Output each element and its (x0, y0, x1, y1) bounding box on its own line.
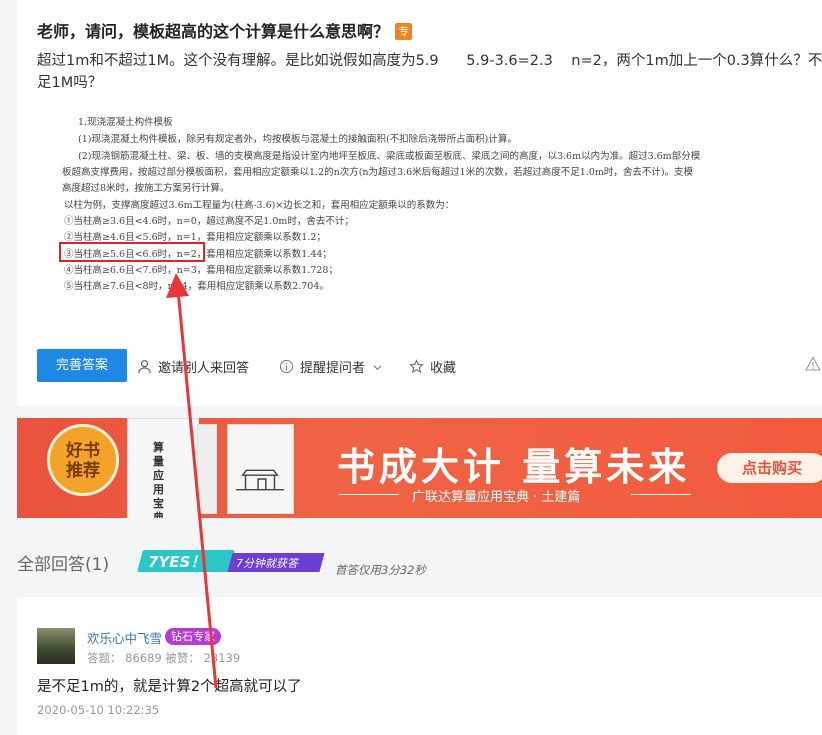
question-description: 超过1m和不超过1M。这个没有理解。是比如说假如高度为5.9 5.9-3.6=2… (37, 53, 822, 91)
doc-line: 高度超过8米时，按施工方案另行计算。 (62, 183, 230, 194)
divider (631, 494, 691, 495)
collect-label: 收藏 (430, 361, 457, 376)
book-title: 算量应用宝典 (153, 441, 164, 518)
banner-headline: 书成大计 量算未来 (337, 444, 691, 489)
highlight-box (59, 242, 205, 262)
zhuan-badge: 专 (395, 23, 413, 40)
answerer-name[interactable]: 欢乐心中飞雪 (87, 628, 162, 647)
invite-label: 邀请别人来回答 (158, 361, 250, 376)
doc-line: 1.现浇混凝土构件模板 (78, 117, 173, 128)
doc-line: 以柱为例，支撑高度超过3.6m工程量为(柱高-3.6)×边长之和，套用相应定额乘… (64, 200, 455, 211)
yes-logo-text: 7YES！ (148, 553, 206, 571)
all-answers-heading: 全部回答(1) (17, 555, 110, 575)
user-icon (138, 360, 151, 374)
doc-line: ④当柱高≥6.6且<7.6时，n=3，套用相应定额乘以系数1.728； (64, 265, 338, 276)
doc-line: ②当柱高≥4.6且<5.6时，n=1，套用相应定额乘以系数1.2； (64, 232, 326, 243)
answer-card: 欢乐心中飞雪 钻石专家 答题： 86689 被赞： 23139 是不足1m的，就… (17, 597, 822, 735)
doc-line: ①当柱高≥3.6且<4.6时，n=0，超过高度不足1.0m时，舍去不计； (64, 216, 354, 227)
chevron-down-icon (373, 365, 382, 371)
collect-button[interactable]: 收藏 (409, 357, 456, 376)
book-banner[interactable]: 好书 推荐 算量应用宝典 书成大计 量算未来 广联达算量应用宝典 · 土建篇 点… (17, 418, 822, 518)
doc-line: 板超高支撑费用，按超过部分模板面积，套用相应定额乘以1.2的n次方(n为超过3.… (62, 167, 694, 178)
building-icon (235, 469, 285, 491)
good-book-badge: 好书 推荐 (47, 424, 119, 496)
divider (339, 494, 399, 495)
badge-line2: 推荐 (66, 461, 100, 481)
doc-line: (1)现浇混凝土构件模板，除另有规定者外，均按模板与混凝土的接触面积(不扣除后浇… (78, 134, 517, 145)
doc-line: (2)现浇钢筋混凝土柱、梁、板、墙的支模高度是指设计室内地坪至板底、梁底或板面至… (78, 151, 701, 162)
question-title: 老师，请问，模板超高的这个计算是什么意思啊？ 专 (37, 18, 413, 42)
avatar[interactable] (37, 628, 75, 664)
remind-button[interactable]: 提醒提问者 (279, 357, 382, 376)
question-title-text: 老师，请问，模板超高的这个计算是什么意思啊？ (37, 22, 390, 41)
star-icon (409, 359, 424, 373)
info-icon (279, 359, 294, 374)
answer-text: 是不足1m的，就是计算2个超高就可以了 (37, 679, 302, 695)
book-cover: 算量应用宝典 (127, 418, 199, 518)
invite-button[interactable]: 邀请别人来回答 (137, 357, 249, 376)
question-image[interactable]: 1.现浇混凝土构件模板 (1)现浇混凝土构件模板，除另有规定者外，均按模板与混凝… (54, 108, 789, 298)
answerer-stats: 答题： 86689 被赞： 23139 (87, 651, 241, 665)
remind-label: 提醒提问者 (300, 361, 366, 376)
seven-yes-logo: 7YES！ 7分钟就获答 (137, 550, 326, 574)
diamond-expert-badge: 钻石专家 (165, 628, 221, 645)
buy-button[interactable]: 点击购买 (717, 453, 822, 483)
book-cover-2 (227, 424, 294, 514)
doc-line: ⑤当柱高≥7.6且<8时，n=4，套用相应定额乘以系数2.704。 (64, 281, 329, 292)
first-answer-time: 首答仅用3分32秒 (335, 563, 426, 577)
warning-icon[interactable] (805, 356, 821, 372)
question-card: 老师，请问，模板超高的这个计算是什么意思啊？ 专 超过1m和不超过1M。这个没有理… (17, 0, 822, 406)
answer-time: 2020-05-10 10:22:35 (37, 703, 160, 717)
badge-line1: 好书 (66, 441, 100, 461)
banner-subtitle: 广联达算量应用宝典 · 土建篇 (412, 490, 581, 505)
improve-answer-button[interactable]: 完善答案 (37, 349, 127, 382)
book-spine (197, 424, 217, 514)
yes-logo-subtext: 7分钟就获答 (236, 557, 298, 570)
